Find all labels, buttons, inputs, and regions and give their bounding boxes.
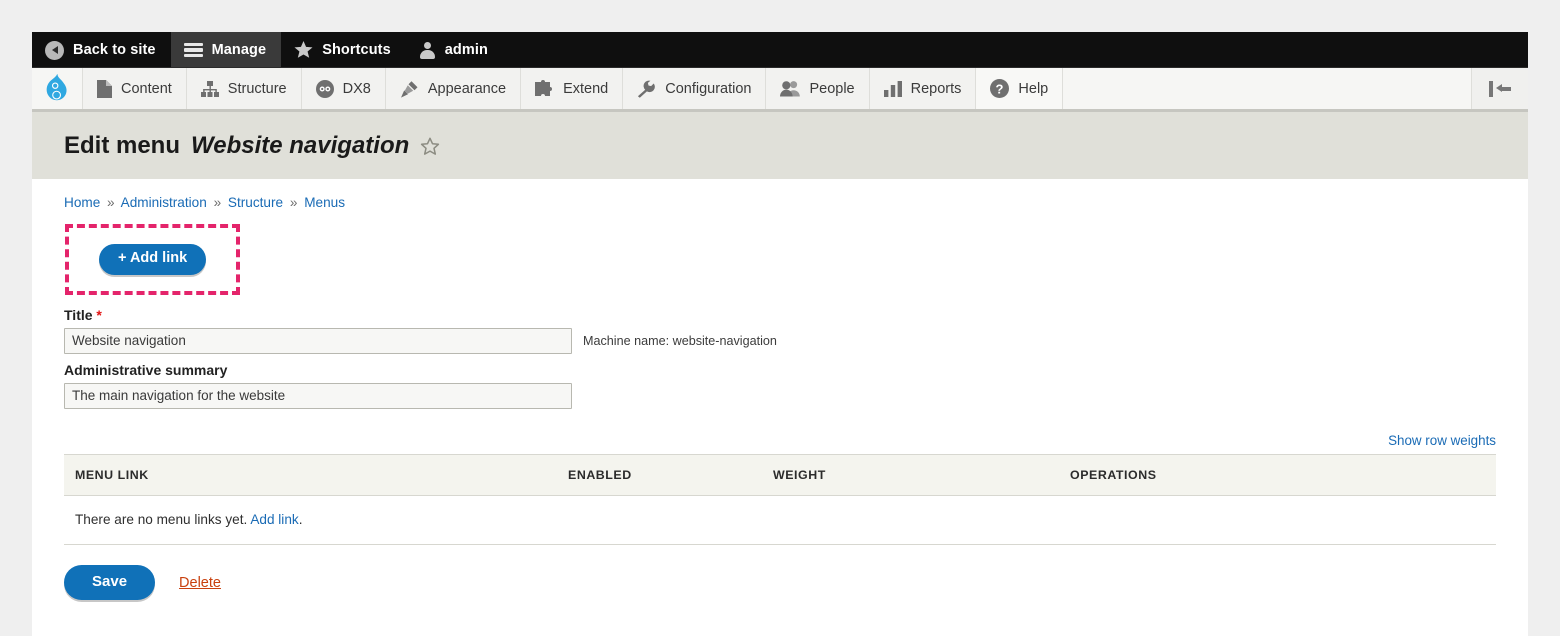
menu-item-content[interactable]: Content (83, 68, 187, 109)
menu-item-help[interactable]: ? Help (976, 68, 1064, 109)
bar-chart-icon (883, 80, 902, 97)
save-button[interactable]: Save (64, 564, 156, 601)
empty-state-cell: There are no menu links yet. Add link. (64, 495, 1496, 545)
breadcrumb-separator: » (213, 195, 222, 210)
menu-item-label: DX8 (342, 80, 371, 97)
admin-tab-label: Manage (211, 42, 267, 58)
menu-item-extend[interactable]: Extend (521, 68, 624, 109)
drupal-logo-icon (44, 73, 70, 104)
menu-toolbar-spacer (1063, 68, 1472, 109)
menu-item-label: Extend (563, 80, 609, 97)
wrench-icon (637, 80, 656, 98)
svg-text:?: ? (996, 81, 1004, 96)
collapse-toolbar-icon (1489, 80, 1511, 97)
menu-item-label: Help (1018, 80, 1049, 97)
puzzle-icon (535, 80, 554, 97)
hamburger-icon (183, 42, 203, 58)
admin-tab-label: Shortcuts (322, 42, 391, 58)
breadcrumb-item-administration[interactable]: Administration (121, 195, 207, 210)
breadcrumb-separator: » (107, 195, 115, 210)
title-label-text: Title (64, 306, 93, 323)
required-marker: * (96, 306, 102, 323)
menu-item-people[interactable]: People (766, 68, 870, 109)
menu-links-table: MENU LINK ENABLED WEIGHT OPERATIONS Ther… (64, 453, 1496, 545)
admin-toolbar: Back to site Manage Shortcuts admin (32, 32, 1528, 68)
menu-links-table-body: There are no menu links yet. Add link. (64, 495, 1496, 545)
menu-item-appearance[interactable]: Appearance (385, 68, 522, 109)
admin-page: Back to site Manage Shortcuts admin Cont… (32, 32, 1528, 636)
machine-name-text: Machine name: website-navigation (583, 333, 777, 348)
breadcrumb-separator: » (289, 195, 298, 210)
page-title-band: Edit menu Website navigation (32, 112, 1528, 179)
form-actions: Save Delete (64, 545, 1496, 636)
menu-item-label: Structure (227, 80, 287, 97)
menu-item-structure[interactable]: Structure (186, 68, 302, 109)
table-header-row: MENU LINK ENABLED WEIGHT OPERATIONS (64, 453, 1496, 496)
breadcrumb-item-home[interactable]: Home (64, 195, 100, 210)
table-row: There are no menu links yet. Add link. (64, 495, 1496, 545)
breadcrumb: Home » Administration » Structure » Menu… (64, 179, 1496, 210)
menu-item-reports[interactable]: Reports (869, 68, 977, 109)
page-title-name: Website navigation (191, 132, 410, 159)
menu-item-label: Configuration (665, 80, 752, 97)
star-icon (294, 41, 313, 59)
empty-state-period: . (298, 511, 303, 527)
back-circle-icon (45, 40, 64, 60)
empty-state-add-link[interactable]: Add link (250, 512, 298, 527)
menu-item-label: Appearance (427, 80, 507, 97)
menu-links-table-head: MENU LINK ENABLED WEIGHT OPERATIONS (64, 453, 1496, 496)
admin-tab-shortcuts[interactable]: Shortcuts (281, 32, 406, 68)
admin-tab-label: Back to site (73, 42, 156, 58)
summary-field-label: Administrative summary (64, 361, 228, 378)
menu-item-dx8[interactable]: DX8 (301, 68, 386, 109)
menu-item-label: People (809, 80, 855, 97)
drupal-logo-button[interactable] (32, 68, 83, 109)
menu-toolbar: Content Structure DX8 Appearance Extend … (32, 68, 1528, 112)
page-content: Home » Administration » Structure » Menu… (32, 179, 1528, 636)
column-header-weight[interactable]: WEIGHT (773, 453, 1070, 496)
title-field-label: Title * (64, 307, 1496, 323)
add-link-highlight-box: + Add link (65, 224, 241, 295)
admin-tab-user-admin[interactable]: admin (406, 32, 503, 68)
dx8-icon (315, 79, 334, 98)
column-header-enabled[interactable]: ENABLED (568, 453, 773, 496)
collapse-toolbar-button[interactable] (1472, 68, 1528, 109)
column-header-menu-link[interactable]: MENU LINK (64, 453, 568, 496)
menu-item-label: Reports (910, 80, 962, 97)
empty-state-text: There are no menu links yet. (75, 511, 248, 527)
page-title: Edit menu Website navigation (64, 132, 1528, 160)
breadcrumb-item-menus[interactable]: Menus (304, 195, 345, 210)
title-field-row: Machine name: website-navigation (64, 327, 1496, 354)
people-icon (780, 80, 801, 97)
menu-item-label: Content (121, 80, 172, 97)
administrative-summary-input[interactable] (64, 382, 572, 409)
question-circle-icon: ? (990, 79, 1010, 98)
column-header-operations[interactable]: OPERATIONS (1070, 453, 1496, 496)
document-icon (97, 79, 112, 98)
sitemap-icon (200, 80, 219, 97)
star-outline-icon[interactable] (420, 137, 440, 156)
admin-tab-manage[interactable]: Manage (170, 32, 282, 68)
add-link-button[interactable]: + Add link (99, 244, 207, 275)
show-row-weights-container: Show row weights (64, 409, 1496, 454)
title-input[interactable] (64, 327, 572, 354)
menu-edit-form: Title * Machine name: website-navigation… (64, 295, 1496, 636)
person-icon (419, 41, 436, 59)
show-row-weights-link[interactable]: Show row weights (1388, 433, 1496, 448)
paintbrush-icon (400, 80, 419, 98)
menu-item-configuration[interactable]: Configuration (623, 68, 767, 109)
breadcrumb-item-structure[interactable]: Structure (228, 195, 283, 210)
page-title-prefix: Edit menu (64, 132, 181, 159)
delete-link[interactable]: Delete (179, 575, 221, 591)
admin-tab-label: admin (444, 42, 488, 58)
admin-tab-back-to-site[interactable]: Back to site (32, 32, 171, 68)
